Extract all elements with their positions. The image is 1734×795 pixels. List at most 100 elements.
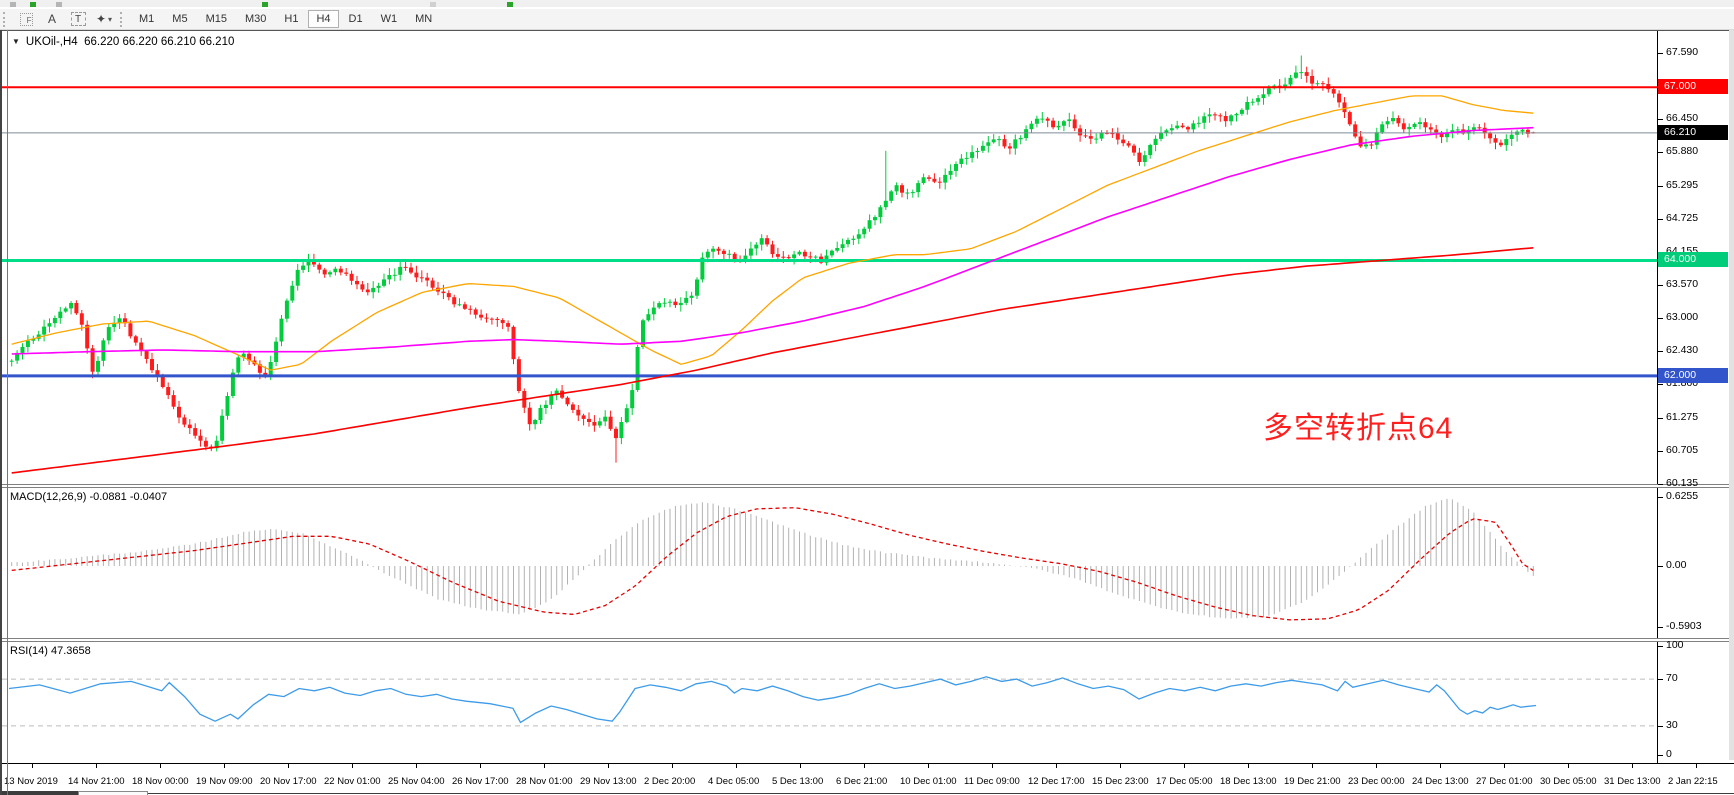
cropped-toolbar-icon	[262, 2, 268, 7]
time-tick-mark	[1568, 764, 1569, 768]
time-label: 17 Dec 05:00	[1156, 776, 1213, 787]
time-label: 2 Jan 22:15	[1668, 776, 1718, 787]
toolbar-grip[interactable]	[120, 12, 127, 27]
time-label: 4 Dec 05:00	[708, 776, 759, 787]
timeframe-button-m30[interactable]: M30	[237, 10, 274, 28]
time-tick-mark	[1056, 764, 1057, 768]
price-level-badge: 67.000	[1658, 79, 1728, 94]
axis-tick-mark	[1658, 119, 1663, 120]
axis-tick-mark	[1658, 318, 1663, 319]
axis-tick-mark	[1658, 219, 1663, 220]
price-level-badge: 64.000	[1658, 252, 1728, 267]
axis-tick-mark	[1658, 497, 1663, 498]
timeframe-button-h1[interactable]: H1	[276, 10, 306, 28]
time-label: 18 Dec 13:00	[1220, 776, 1277, 787]
timeframe-button-w1[interactable]: W1	[373, 10, 406, 28]
window-right-edge	[1729, 30, 1734, 760]
time-label: 23 Dec 00:00	[1348, 776, 1405, 787]
textbox-tool-icon[interactable]: T	[67, 11, 89, 28]
axis-tick-mark	[1658, 384, 1663, 385]
time-label: 19 Nov 09:00	[196, 776, 253, 787]
time-tick-mark	[224, 764, 225, 768]
toolbar-grip[interactable]	[3, 12, 10, 27]
chart-window: ▼UKOil-,H4 66.220 66.220 66.210 66.210 多…	[0, 30, 1734, 795]
timeframe-button-m1[interactable]: M1	[131, 10, 162, 28]
timeframe-button-m5[interactable]: M5	[164, 10, 195, 28]
price-tick-label: 63.000	[1666, 310, 1698, 325]
timeframe-button-m15[interactable]: M15	[198, 10, 235, 28]
chart-title: ▼UKOil-,H4 66.220 66.220 66.210 66.210	[12, 36, 234, 48]
time-tick-mark	[288, 764, 289, 768]
scrollbar-track-dark	[0, 791, 78, 795]
shapes-dropdown-tool-icon[interactable]: ✦▾	[93, 11, 115, 28]
axis-tick-mark	[1658, 53, 1663, 54]
ohlc-values: 66.220 66.220 66.210 66.210	[84, 36, 234, 48]
time-tick-mark	[928, 764, 929, 768]
macd-canvas[interactable]	[0, 488, 1657, 638]
rsi-tick-label: 70	[1666, 671, 1678, 686]
price-tick-label: 60.705	[1666, 443, 1698, 458]
time-label: 11 Dec 09:00	[964, 776, 1020, 787]
rsi-label: RSI(14) 47.3658	[10, 645, 91, 657]
axis-tick-mark	[1658, 418, 1663, 419]
macd-tick-label: -0.5903	[1666, 619, 1702, 634]
mt4-window: FAT✦▾ M1M5M15M30H1H4D1W1MN ▼UKOil-,H4 66…	[0, 0, 1734, 795]
time-tick-mark	[1120, 764, 1121, 768]
axis-tick-mark	[1658, 679, 1663, 680]
price-tick-label: 64.725	[1666, 211, 1698, 226]
text-tool-icon[interactable]: A	[41, 11, 63, 28]
time-label: 29 Nov 13:00	[580, 776, 637, 787]
time-label: 20 Nov 17:00	[260, 776, 317, 787]
timeframe-button-h4[interactable]: H4	[308, 10, 338, 28]
rsi-pane[interactable]: RSI(14) 47.3658 100 70 30 0	[0, 642, 1734, 763]
macd-tick-label: 0.6255	[1666, 489, 1698, 504]
bottom-scrollbar[interactable]	[0, 791, 1734, 795]
axis-tick-mark	[1658, 755, 1663, 756]
axis-tick-mark	[1658, 627, 1663, 628]
time-label: 6 Dec 21:00	[836, 776, 887, 787]
cropped-toolbar-icon	[430, 2, 436, 7]
time-label: 15 Dec 23:00	[1092, 776, 1149, 787]
time-tick-mark	[1440, 764, 1441, 768]
timeframe-bar: M1M5M15M30H1H4D1W1MN	[130, 9, 441, 30]
time-tick-mark	[1632, 764, 1633, 768]
chevron-down-icon[interactable]: ▼	[12, 37, 20, 46]
time-tick-mark	[800, 764, 801, 768]
window-left-border-inner	[7, 30, 8, 795]
time-tick-mark	[416, 764, 417, 768]
macd-axis: 0.6255 0.00 -0.5903	[1657, 488, 1734, 638]
axis-tick-mark	[1658, 726, 1663, 727]
time-tick-mark	[160, 764, 161, 768]
chart-annotation-text: 多空转折点64	[1263, 403, 1453, 447]
time-tick-mark	[672, 764, 673, 768]
axis-tick-mark	[1658, 285, 1663, 286]
scrollbar-thumb[interactable]	[78, 791, 148, 795]
time-label: 18 Nov 00:00	[132, 776, 189, 787]
rsi-canvas[interactable]	[0, 642, 1657, 763]
time-label: 26 Nov 17:00	[452, 776, 509, 787]
time-tick-mark	[544, 764, 545, 768]
axis-tick-mark	[1658, 566, 1663, 567]
price-tick-label: 61.275	[1666, 410, 1698, 425]
time-tick-mark	[1184, 764, 1185, 768]
time-tick-mark	[1376, 764, 1377, 768]
window-top-strip	[0, 0, 1734, 8]
price-level-badge: 66.210	[1658, 125, 1728, 140]
time-tick-mark	[1312, 764, 1313, 768]
time-tick-mark	[992, 764, 993, 768]
axis-tick-mark	[1658, 152, 1663, 153]
price-tick-label: 63.570	[1666, 277, 1698, 292]
timeframe-button-d1[interactable]: D1	[341, 10, 371, 28]
time-tick-mark	[96, 764, 97, 768]
cropped-toolbar-icon	[507, 2, 513, 7]
time-label: 10 Dec 01:00	[900, 776, 957, 787]
macd-pane[interactable]: MACD(12,26,9) -0.0881 -0.0407 0.6255 0.0…	[0, 488, 1734, 638]
time-label: 13 Nov 2019	[4, 776, 58, 787]
template-grid-tool-icon[interactable]: F	[15, 11, 37, 28]
timeframe-button-mn[interactable]: MN	[407, 10, 440, 28]
time-tick-mark	[608, 764, 609, 768]
price-pane[interactable]: ▼UKOil-,H4 66.220 66.220 66.210 66.210 多…	[0, 31, 1734, 484]
axis-tick-mark	[1658, 451, 1663, 452]
time-tick-mark	[864, 764, 865, 768]
axis-tick-mark	[1658, 484, 1663, 485]
